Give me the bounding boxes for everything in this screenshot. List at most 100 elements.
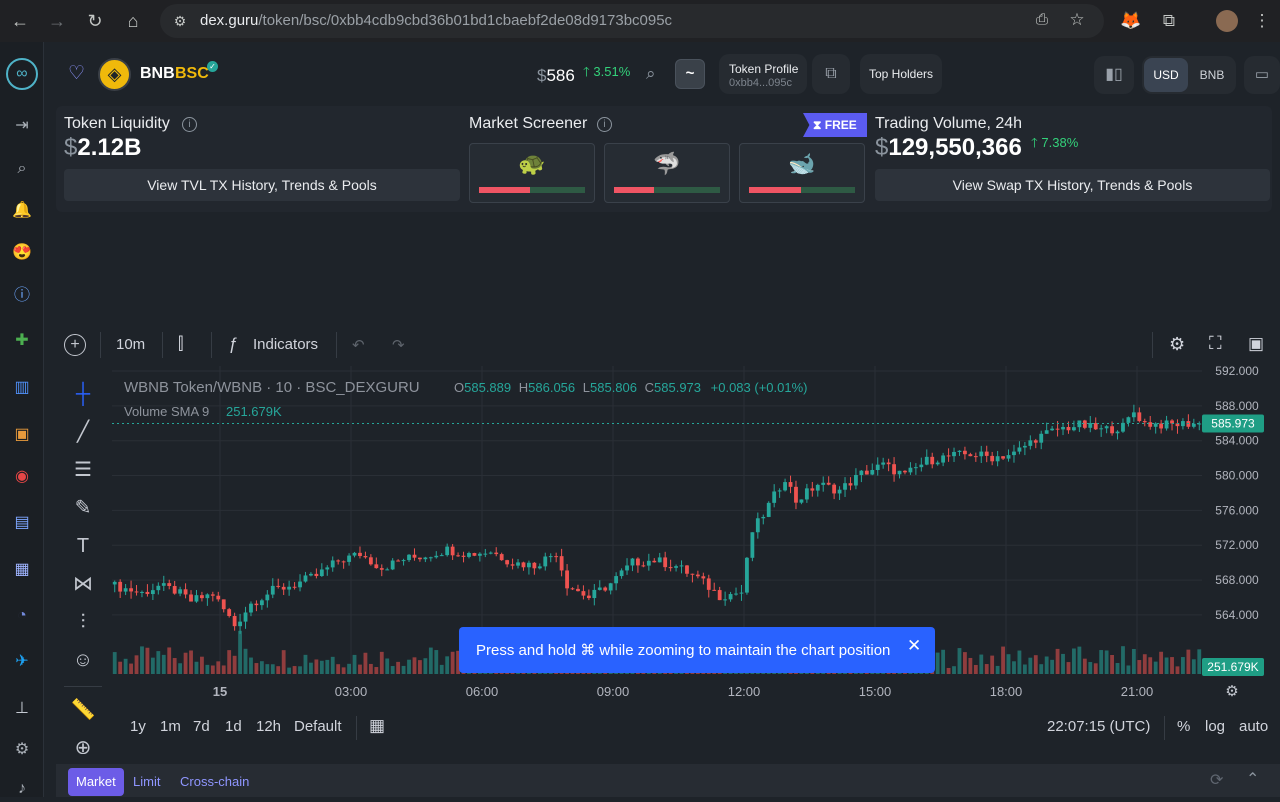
settings-gear-icon[interactable]: ⚙ [9, 737, 35, 763]
favorites-smiley-icon[interactable]: 😍 [9, 240, 35, 266]
address-bar[interactable]: ⚙ dex.guru/token/bsc/0xbb4cdb9cbd36b01bd… [160, 4, 1104, 38]
top-holders-button[interactable]: Top Holders [860, 54, 942, 94]
tab-cross-chain[interactable]: Cross-chain [172, 768, 257, 796]
candle-body [619, 570, 624, 577]
tilde-button[interactable]: ~ [675, 59, 705, 89]
volume-title: Trading Volume, 24h [875, 115, 1023, 132]
timeframe-default[interactable]: Default [294, 718, 342, 735]
extensions-icon[interactable]: ✚ [9, 328, 35, 354]
snapshot-camera-icon[interactable]: ▣ [1248, 334, 1264, 354]
zoom-icon[interactable]: ⊕ [69, 734, 97, 754]
bookmark-star-icon[interactable]: ☆ [1067, 10, 1087, 30]
metamask-extension-icon[interactable]: 🦊 [1119, 9, 1143, 33]
fib-retracement-icon[interactable]: ☰ [69, 456, 97, 484]
search-token-icon[interactable]: ⌕ [646, 64, 656, 84]
interval-button[interactable]: 10m [116, 336, 145, 353]
view-swap-history-button[interactable]: View Swap TX History, Trends & Pools [875, 169, 1270, 201]
view-tvl-history-button[interactable]: View TVL TX History, Trends & Pools [64, 169, 460, 201]
info-icon[interactable]: ⓘ [9, 283, 35, 309]
sound-icon[interactable]: ♪ [9, 776, 35, 802]
screener-card-shark[interactable]: 🦈 [604, 143, 730, 203]
pattern-icon[interactable]: ⋈ [69, 570, 97, 598]
liquidity-info-icon[interactable]: i [182, 117, 197, 132]
back-icon[interactable]: ← [8, 9, 32, 33]
axis-settings-icon[interactable]: ⚙ [1225, 682, 1238, 700]
log-scale-toggle[interactable]: log [1205, 718, 1225, 735]
redo-icon[interactable]: ↷ [392, 336, 405, 354]
wallet-icon[interactable]: ▣ [9, 422, 35, 448]
candle-body [227, 609, 232, 617]
timeframe-7d[interactable]: 7d [193, 718, 210, 735]
volume-bar [418, 660, 422, 674]
prediction-icon[interactable]: ⫶ [69, 608, 97, 636]
layout-toggle-icon[interactable]: ▮▯ [1094, 56, 1134, 94]
trend-line-icon[interactable]: ╱ [69, 418, 97, 446]
docs-icon[interactable]: ▦ [9, 557, 35, 583]
refresh-icon[interactable]: ⟳ [1210, 770, 1223, 790]
measure-ruler-icon[interactable]: 📏 [69, 696, 97, 724]
candles-type-icon[interactable]: ⫿ [178, 334, 183, 354]
volume-bar [216, 661, 221, 674]
auto-scale-toggle[interactable]: auto [1239, 718, 1273, 735]
install-app-icon[interactable]: ⎙ [1032, 11, 1052, 31]
collapse-panel-icon[interactable]: ⌃ [1246, 769, 1259, 789]
timeframe-12h[interactable]: 12h [256, 718, 281, 735]
time-tick-label: 21:00 [1121, 684, 1154, 699]
undo-icon[interactable]: ↶ [352, 336, 365, 354]
brush-icon[interactable]: ✎ [69, 494, 97, 522]
reload-icon[interactable]: ↻ [83, 9, 107, 33]
browser-menu-icon[interactable]: ⋮ [1250, 9, 1274, 33]
crosshair-icon[interactable]: ┼ [69, 380, 97, 408]
news-icon[interactable]: ▤ [9, 510, 35, 536]
analytics-chart-icon[interactable]: ▥ [9, 375, 35, 401]
candle-body [788, 482, 793, 487]
percent-scale-toggle[interactable]: % [1177, 718, 1190, 735]
legend-symbol: WBNB Token/WBNB · 10 · BSC_DEXGURU [124, 379, 420, 396]
candle-body [837, 489, 842, 494]
emoji-icon[interactable]: ☺ [69, 646, 97, 674]
candle-body [434, 555, 439, 558]
volume-bar [434, 650, 439, 674]
joystick-icon[interactable]: ⊥ [9, 696, 35, 722]
indicators-button[interactable]: Indicators [253, 336, 318, 353]
add-symbol-icon[interactable]: + [64, 334, 86, 356]
screener-info-icon[interactable]: i [597, 117, 612, 132]
timeframe-1d[interactable]: 1d [225, 718, 242, 735]
record-icon[interactable]: ◉ [9, 464, 35, 490]
site-settings-icon[interactable]: ⚙ [170, 11, 190, 31]
text-tool-icon[interactable]: T [69, 532, 97, 560]
screener-card-whale[interactable]: 🐋 [739, 143, 865, 203]
currency-bnb-button[interactable]: BNB [1190, 58, 1234, 92]
timeframe-1y[interactable]: 1y [130, 718, 146, 735]
dexguru-logo-icon[interactable]: ∞ [6, 58, 38, 90]
indicators-fx-icon[interactable]: ƒ [228, 334, 237, 354]
screener-card-turtle[interactable]: 🐢 [469, 143, 595, 203]
extensions-puzzle-icon[interactable]: ⧉ [1157, 9, 1181, 33]
chart-settings-icon[interactable]: ⚙ [1169, 334, 1185, 355]
search-icon[interactable]: ⌕ [9, 156, 35, 182]
utc-clock[interactable]: 22:07:15 (UTC) [1047, 718, 1150, 735]
toast-close-icon[interactable]: ✕ [907, 636, 921, 656]
candle-body [548, 556, 553, 558]
currency-usd-button[interactable]: USD [1144, 58, 1188, 92]
forward-icon[interactable]: → [45, 9, 69, 33]
price-axis[interactable]: 592.000 588.000 584.000 580.000 576.000 572.0… [1215, 366, 1259, 622]
discord-icon[interactable]: ◔ [9, 603, 35, 629]
notifications-bell-icon[interactable]: 🔔 [9, 198, 35, 224]
twitter-icon[interactable]: ✈ [9, 649, 35, 675]
wallet-connect-icon[interactable]: ▭ [1244, 56, 1280, 94]
token-profile-button[interactable]: Token Profile 0xbb4...095c [719, 54, 807, 94]
fullscreen-icon[interactable]: ⛶ [1209, 333, 1222, 354]
candle-body [347, 555, 351, 562]
home-icon[interactable]: ⌂ [121, 9, 145, 33]
tab-market[interactable]: Market [68, 768, 124, 796]
date-range-calendar-icon[interactable]: ▦ [369, 716, 385, 736]
collapse-sidebar-icon[interactable]: ⇥ [9, 113, 35, 139]
tab-limit[interactable]: Limit [125, 768, 168, 796]
profile-avatar[interactable] [1216, 10, 1238, 32]
candle-body [739, 592, 744, 594]
time-axis[interactable]: 15 03:00 06:00 09:00 12:00 15:00 18:00 21:00 [213, 684, 1154, 699]
timeframe-1m[interactable]: 1m [160, 718, 181, 735]
favorite-heart-icon[interactable]: ♡ [68, 64, 85, 84]
copy-address-icon[interactable]: ⧉ [812, 54, 850, 94]
